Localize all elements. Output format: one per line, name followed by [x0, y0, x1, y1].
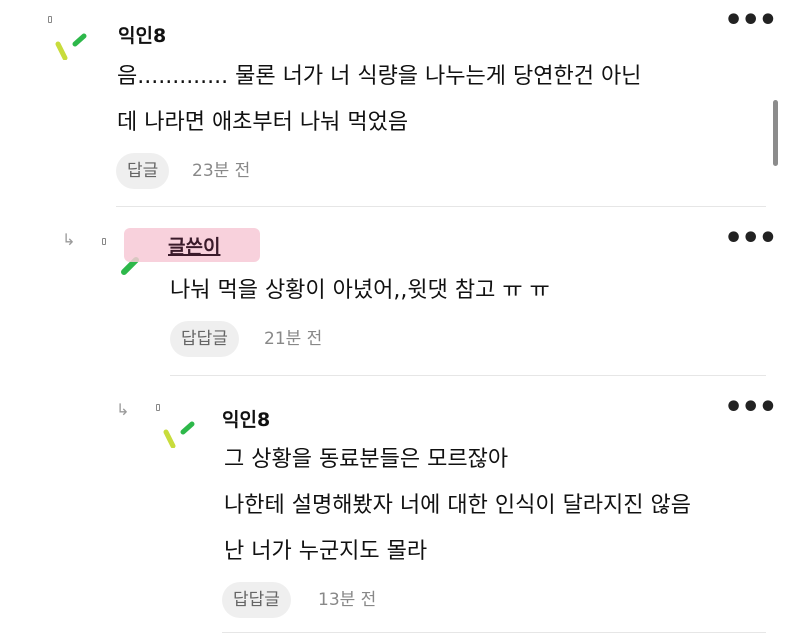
comment-text-line-2: 나한테 설명해봤자 너에 대한 인식이 달라지진 않음 — [224, 493, 692, 518]
more-options-icon[interactable]: ••• — [724, 6, 778, 36]
timestamp: 13분 전 — [318, 590, 377, 610]
comment-3: ↳ 익인8 ••• 그 상황을 동료분들은 모르잖아 나한테 설명해봤자 너에 … — [0, 376, 800, 638]
timestamp: 21분 전 — [264, 329, 323, 349]
avatar-icon — [48, 16, 92, 60]
nickname[interactable]: 익인8 — [118, 21, 166, 48]
avatar-icon — [156, 404, 200, 448]
reply-button[interactable]: 답글 — [116, 153, 170, 189]
reply-arrow-icon: ↳ — [62, 230, 76, 249]
more-options-icon[interactable]: ••• — [724, 393, 778, 423]
comment-text-line-1: 음............. 물론 너가 너 식량을 나누는게 당연한건 아닌 — [117, 64, 642, 89]
reply-button[interactable]: 답답글 — [170, 321, 239, 357]
comment-text-line-3: 난 너가 누군지도 몰라 — [224, 539, 428, 564]
more-options-icon[interactable]: ••• — [724, 224, 778, 254]
author-nickname[interactable]: 글쓴이 — [168, 232, 220, 259]
nickname[interactable]: 익인8 — [222, 405, 270, 432]
comment-text-line-1: 나눠 먹을 상황이 아녔어,,윗댓 참고 ㅠ ㅠ — [170, 278, 550, 303]
comment-text-line-1: 그 상황을 동료분들은 모르잖아 — [224, 447, 509, 472]
timestamp: 23분 전 — [192, 161, 251, 181]
comment-1: 익인8 ••• 음............. 물론 너가 너 식량을 나누는게 … — [0, 0, 800, 205]
divider — [222, 632, 766, 633]
comment-text-line-2: 데 나라면 애초부터 나눠 먹었음 — [117, 110, 409, 135]
reply-button[interactable]: 답답글 — [222, 582, 291, 618]
reply-arrow-icon: ↳ — [116, 400, 130, 419]
comment-2: ↳ 글쓴이 ••• 나눠 먹을 상황이 아녔어,,윗댓 참고 ㅠ ㅠ 답답글 2… — [0, 206, 800, 376]
